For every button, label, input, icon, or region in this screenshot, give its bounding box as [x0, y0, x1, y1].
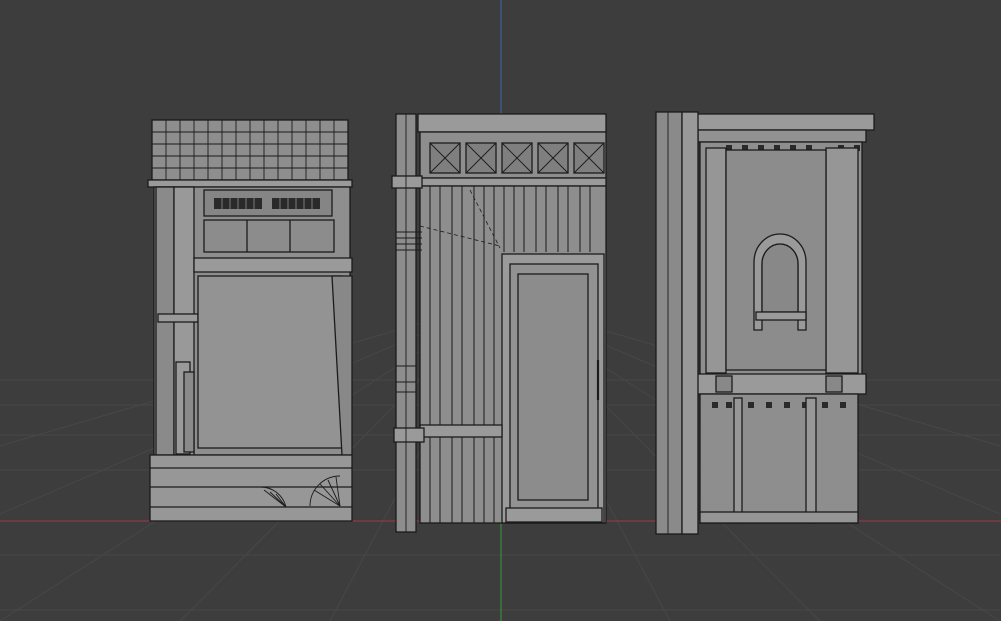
arched-window-module-right[interactable]	[655, 111, 875, 535]
arch-window	[753, 233, 807, 331]
door-module-center[interactable]	[391, 113, 607, 533]
3d-viewport[interactable]	[0, 0, 1001, 621]
viewport-canvas[interactable]	[0, 0, 1001, 621]
storefront-module-left[interactable]	[147, 119, 353, 522]
cornice-panels	[429, 142, 605, 174]
